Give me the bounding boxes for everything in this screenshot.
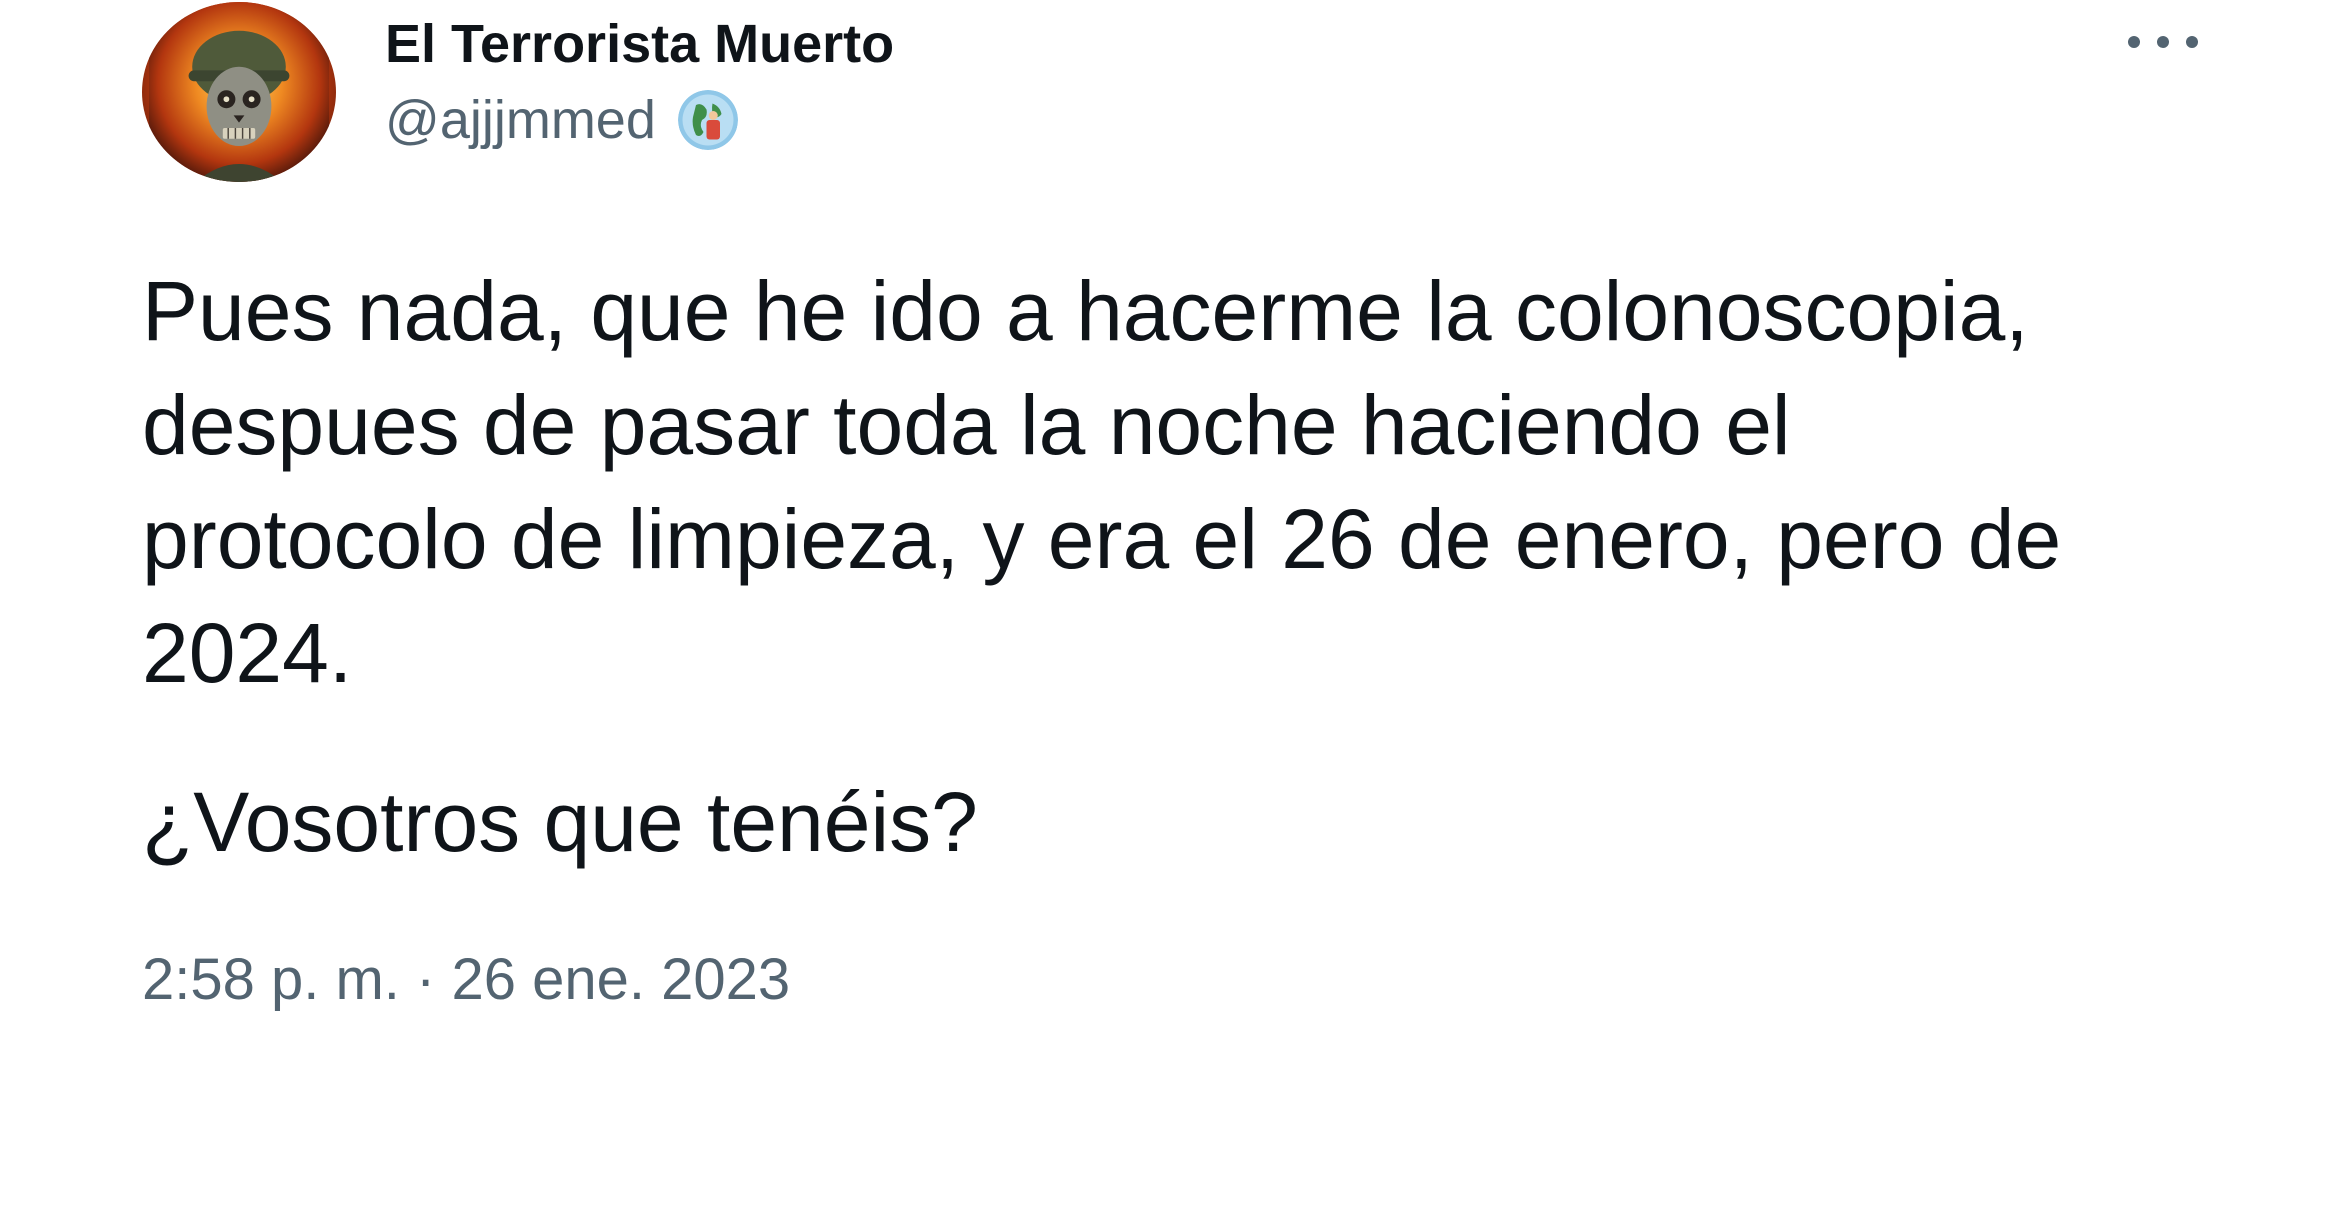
author-handle-row: @ajjjmmed (385, 88, 738, 152)
avatar-skull-soldier-image (149, 2, 329, 182)
author-handle[interactable]: @ajjjmmed (385, 88, 656, 152)
author-name[interactable]: El Terrorista Muerto (385, 12, 894, 76)
tweet-timestamp[interactable]: 2:58 p. m. · 26 ene. 2023 (142, 945, 790, 1015)
tweet-question: ¿Vosotros que tenéis? (142, 775, 978, 869)
more-dot (2186, 36, 2198, 48)
avatar[interactable] (142, 2, 336, 182)
more-options-icon[interactable] (2128, 20, 2198, 64)
tweet-card: El Terrorista Muerto @ajjjmmed Pues nada… (0, 0, 2350, 1230)
more-dot (2128, 36, 2140, 48)
tweet-body: Pues nada, que he ido a hacerme la colon… (142, 264, 2062, 700)
more-dot (2157, 36, 2169, 48)
globe-badge-icon (677, 90, 738, 150)
